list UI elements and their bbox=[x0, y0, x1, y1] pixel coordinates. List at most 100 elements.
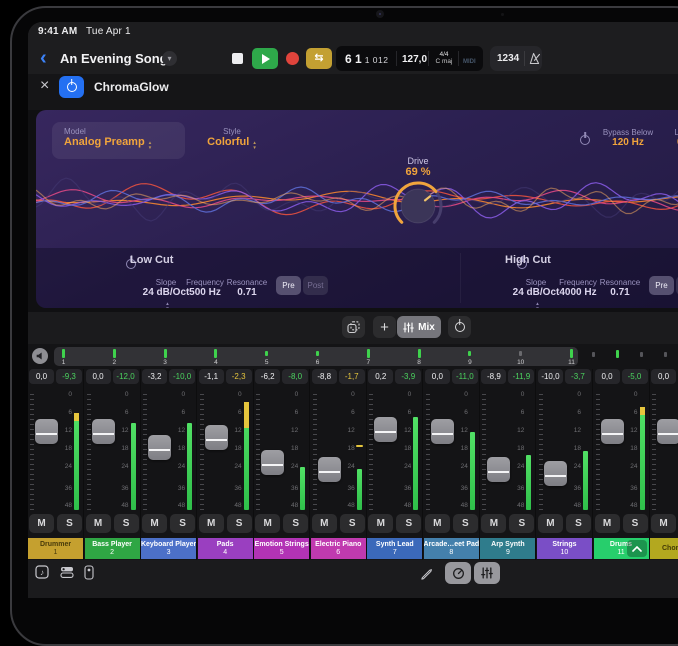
high-cut-slope[interactable]: Slope 24 dB/Oct bbox=[512, 278, 560, 308]
volume-value[interactable]: 0,0 bbox=[595, 369, 620, 384]
song-title[interactable]: An Evening Song bbox=[60, 51, 168, 66]
mute-button[interactable]: M bbox=[199, 514, 224, 533]
track-name: Chorus V bbox=[662, 545, 678, 553]
bypass-power-icon[interactable] bbox=[580, 135, 590, 145]
pre-button[interactable]: Pre bbox=[649, 276, 674, 295]
fader-handle[interactable] bbox=[431, 419, 454, 444]
volume-value[interactable]: 0,2 bbox=[368, 369, 393, 384]
mute-button[interactable]: M bbox=[29, 514, 54, 533]
solo-button[interactable]: S bbox=[340, 514, 365, 533]
fader-handle[interactable] bbox=[374, 417, 397, 442]
fader-handle[interactable] bbox=[601, 419, 624, 444]
record-button[interactable] bbox=[286, 52, 299, 65]
track-number: 6 bbox=[336, 549, 340, 557]
mix-button[interactable]: Mix bbox=[397, 316, 441, 338]
mute-button[interactable]: M bbox=[142, 514, 167, 533]
mute-button[interactable]: M bbox=[255, 514, 280, 533]
volume-value[interactable]: -8,8 bbox=[312, 369, 337, 384]
style-selector[interactable]: Style Colorful bbox=[192, 127, 272, 150]
high-cut-frequency[interactable]: Frequency 4000 Hz bbox=[554, 278, 602, 298]
track-name-tab[interactable]: Arp Synth9 bbox=[480, 538, 535, 559]
volume-value[interactable]: -8,9 bbox=[481, 369, 506, 384]
solo-button[interactable]: S bbox=[396, 514, 421, 533]
chevron-up-icon[interactable] bbox=[627, 540, 647, 557]
controls-view-button[interactable] bbox=[445, 562, 471, 584]
add-plugin-button[interactable] bbox=[373, 316, 396, 338]
duplicate-button[interactable] bbox=[342, 316, 365, 338]
mixer-power-button[interactable] bbox=[448, 316, 471, 338]
track-name-tab[interactable]: Arcade…eet Pad8 bbox=[424, 538, 479, 559]
browser-button[interactable]: ♪ bbox=[35, 565, 49, 584]
mute-button[interactable]: M bbox=[425, 514, 450, 533]
volume-value[interactable]: 0,0 bbox=[86, 369, 111, 384]
solo-button[interactable]: S bbox=[170, 514, 195, 533]
pre-button[interactable]: Pre bbox=[276, 276, 301, 295]
pencil-icon[interactable] bbox=[420, 567, 433, 585]
volume-value[interactable]: -1,1 bbox=[199, 369, 224, 384]
drive-knob[interactable] bbox=[390, 178, 446, 234]
mute-button[interactable]: M bbox=[538, 514, 563, 533]
track-name-tab[interactable]: Pads4 bbox=[198, 538, 253, 559]
low-cut-resonance[interactable]: Resonance 0.71 bbox=[224, 278, 270, 298]
solo-button[interactable]: S bbox=[57, 514, 82, 533]
close-icon[interactable]: × bbox=[40, 78, 49, 94]
track-name-tab[interactable]: Chorus V bbox=[650, 538, 678, 559]
track-name-tab[interactable]: Bass Player2 bbox=[85, 538, 140, 559]
mute-button[interactable]: M bbox=[481, 514, 506, 533]
fader-handle[interactable] bbox=[35, 419, 58, 444]
mute-button[interactable]: M bbox=[368, 514, 393, 533]
track-name-tab[interactable]: Synth Lead7 bbox=[367, 538, 422, 559]
song-menu-chevron-icon[interactable] bbox=[162, 51, 177, 66]
fader-handle[interactable] bbox=[657, 419, 678, 444]
volume-value[interactable]: 0,0 bbox=[29, 369, 54, 384]
plugins-button[interactable] bbox=[60, 565, 74, 584]
volume-value[interactable]: 0,0 bbox=[651, 369, 676, 384]
mute-button[interactable]: M bbox=[595, 514, 620, 533]
solo-button[interactable]: S bbox=[623, 514, 648, 533]
fader-handle[interactable] bbox=[92, 419, 115, 444]
count-in-button[interactable]: 1234 bbox=[497, 53, 519, 64]
solo-button[interactable]: S bbox=[453, 514, 478, 533]
stop-button[interactable] bbox=[232, 53, 243, 64]
volume-value[interactable]: -6,2 bbox=[255, 369, 280, 384]
mixer-view-button[interactable] bbox=[474, 562, 500, 584]
track-name-tab[interactable]: Keyboard Player3 bbox=[141, 538, 196, 559]
fader-strip-button[interactable] bbox=[84, 565, 94, 585]
plugin-power-button[interactable] bbox=[59, 76, 84, 98]
solo-button[interactable]: S bbox=[283, 514, 308, 533]
fader-handle[interactable] bbox=[544, 461, 567, 486]
track-name-tab[interactable]: Emotion Strings5 bbox=[254, 538, 309, 559]
track-name: Drummer bbox=[40, 541, 71, 549]
back-chevron-icon[interactable]: ‹ bbox=[40, 48, 47, 68]
track-name-tab[interactable]: Drums11 bbox=[594, 538, 649, 559]
track-name-tab[interactable]: Drummer1 bbox=[28, 538, 83, 559]
mute-button[interactable]: M bbox=[651, 514, 676, 533]
fader-handle[interactable] bbox=[261, 450, 284, 475]
track-name-tab[interactable]: Electric Piano6 bbox=[311, 538, 366, 559]
mute-button[interactable]: M bbox=[312, 514, 337, 533]
volume-value[interactable]: -10,0 bbox=[538, 369, 563, 384]
solo-button[interactable]: S bbox=[566, 514, 591, 533]
model-selector[interactable]: Model Analog Preamp bbox=[52, 122, 185, 159]
fader-handle[interactable] bbox=[148, 435, 171, 460]
bypass-below-control[interactable]: Bypass Below 120 Hz bbox=[597, 128, 659, 148]
level-control[interactable]: Level 0.0 bbox=[664, 128, 678, 148]
fader-handle[interactable] bbox=[205, 425, 228, 450]
low-cut-frequency[interactable]: Frequency 500 Hz bbox=[181, 278, 229, 298]
fader-handle[interactable] bbox=[487, 457, 510, 482]
volume-value[interactable]: -3,2 bbox=[142, 369, 167, 384]
solo-button[interactable]: S bbox=[114, 514, 139, 533]
fader-handle[interactable] bbox=[318, 457, 341, 482]
mute-button[interactable]: M bbox=[86, 514, 111, 533]
track-name-tab[interactable]: Strings10 bbox=[537, 538, 592, 559]
level-meter bbox=[300, 467, 305, 510]
solo-button[interactable]: S bbox=[509, 514, 534, 533]
play-button[interactable] bbox=[252, 48, 278, 69]
metronome-icon[interactable] bbox=[529, 52, 542, 65]
volume-value[interactable]: 0,0 bbox=[425, 369, 450, 384]
high-cut-resonance[interactable]: Resonance 0.71 bbox=[597, 278, 643, 298]
solo-button[interactable]: S bbox=[227, 514, 252, 533]
post-button[interactable]: Post bbox=[303, 276, 328, 295]
lcd-display[interactable]: 6 1 1 012 127,0 4/4 C maj MIDI bbox=[336, 46, 483, 71]
cycle-button[interactable] bbox=[306, 48, 332, 69]
